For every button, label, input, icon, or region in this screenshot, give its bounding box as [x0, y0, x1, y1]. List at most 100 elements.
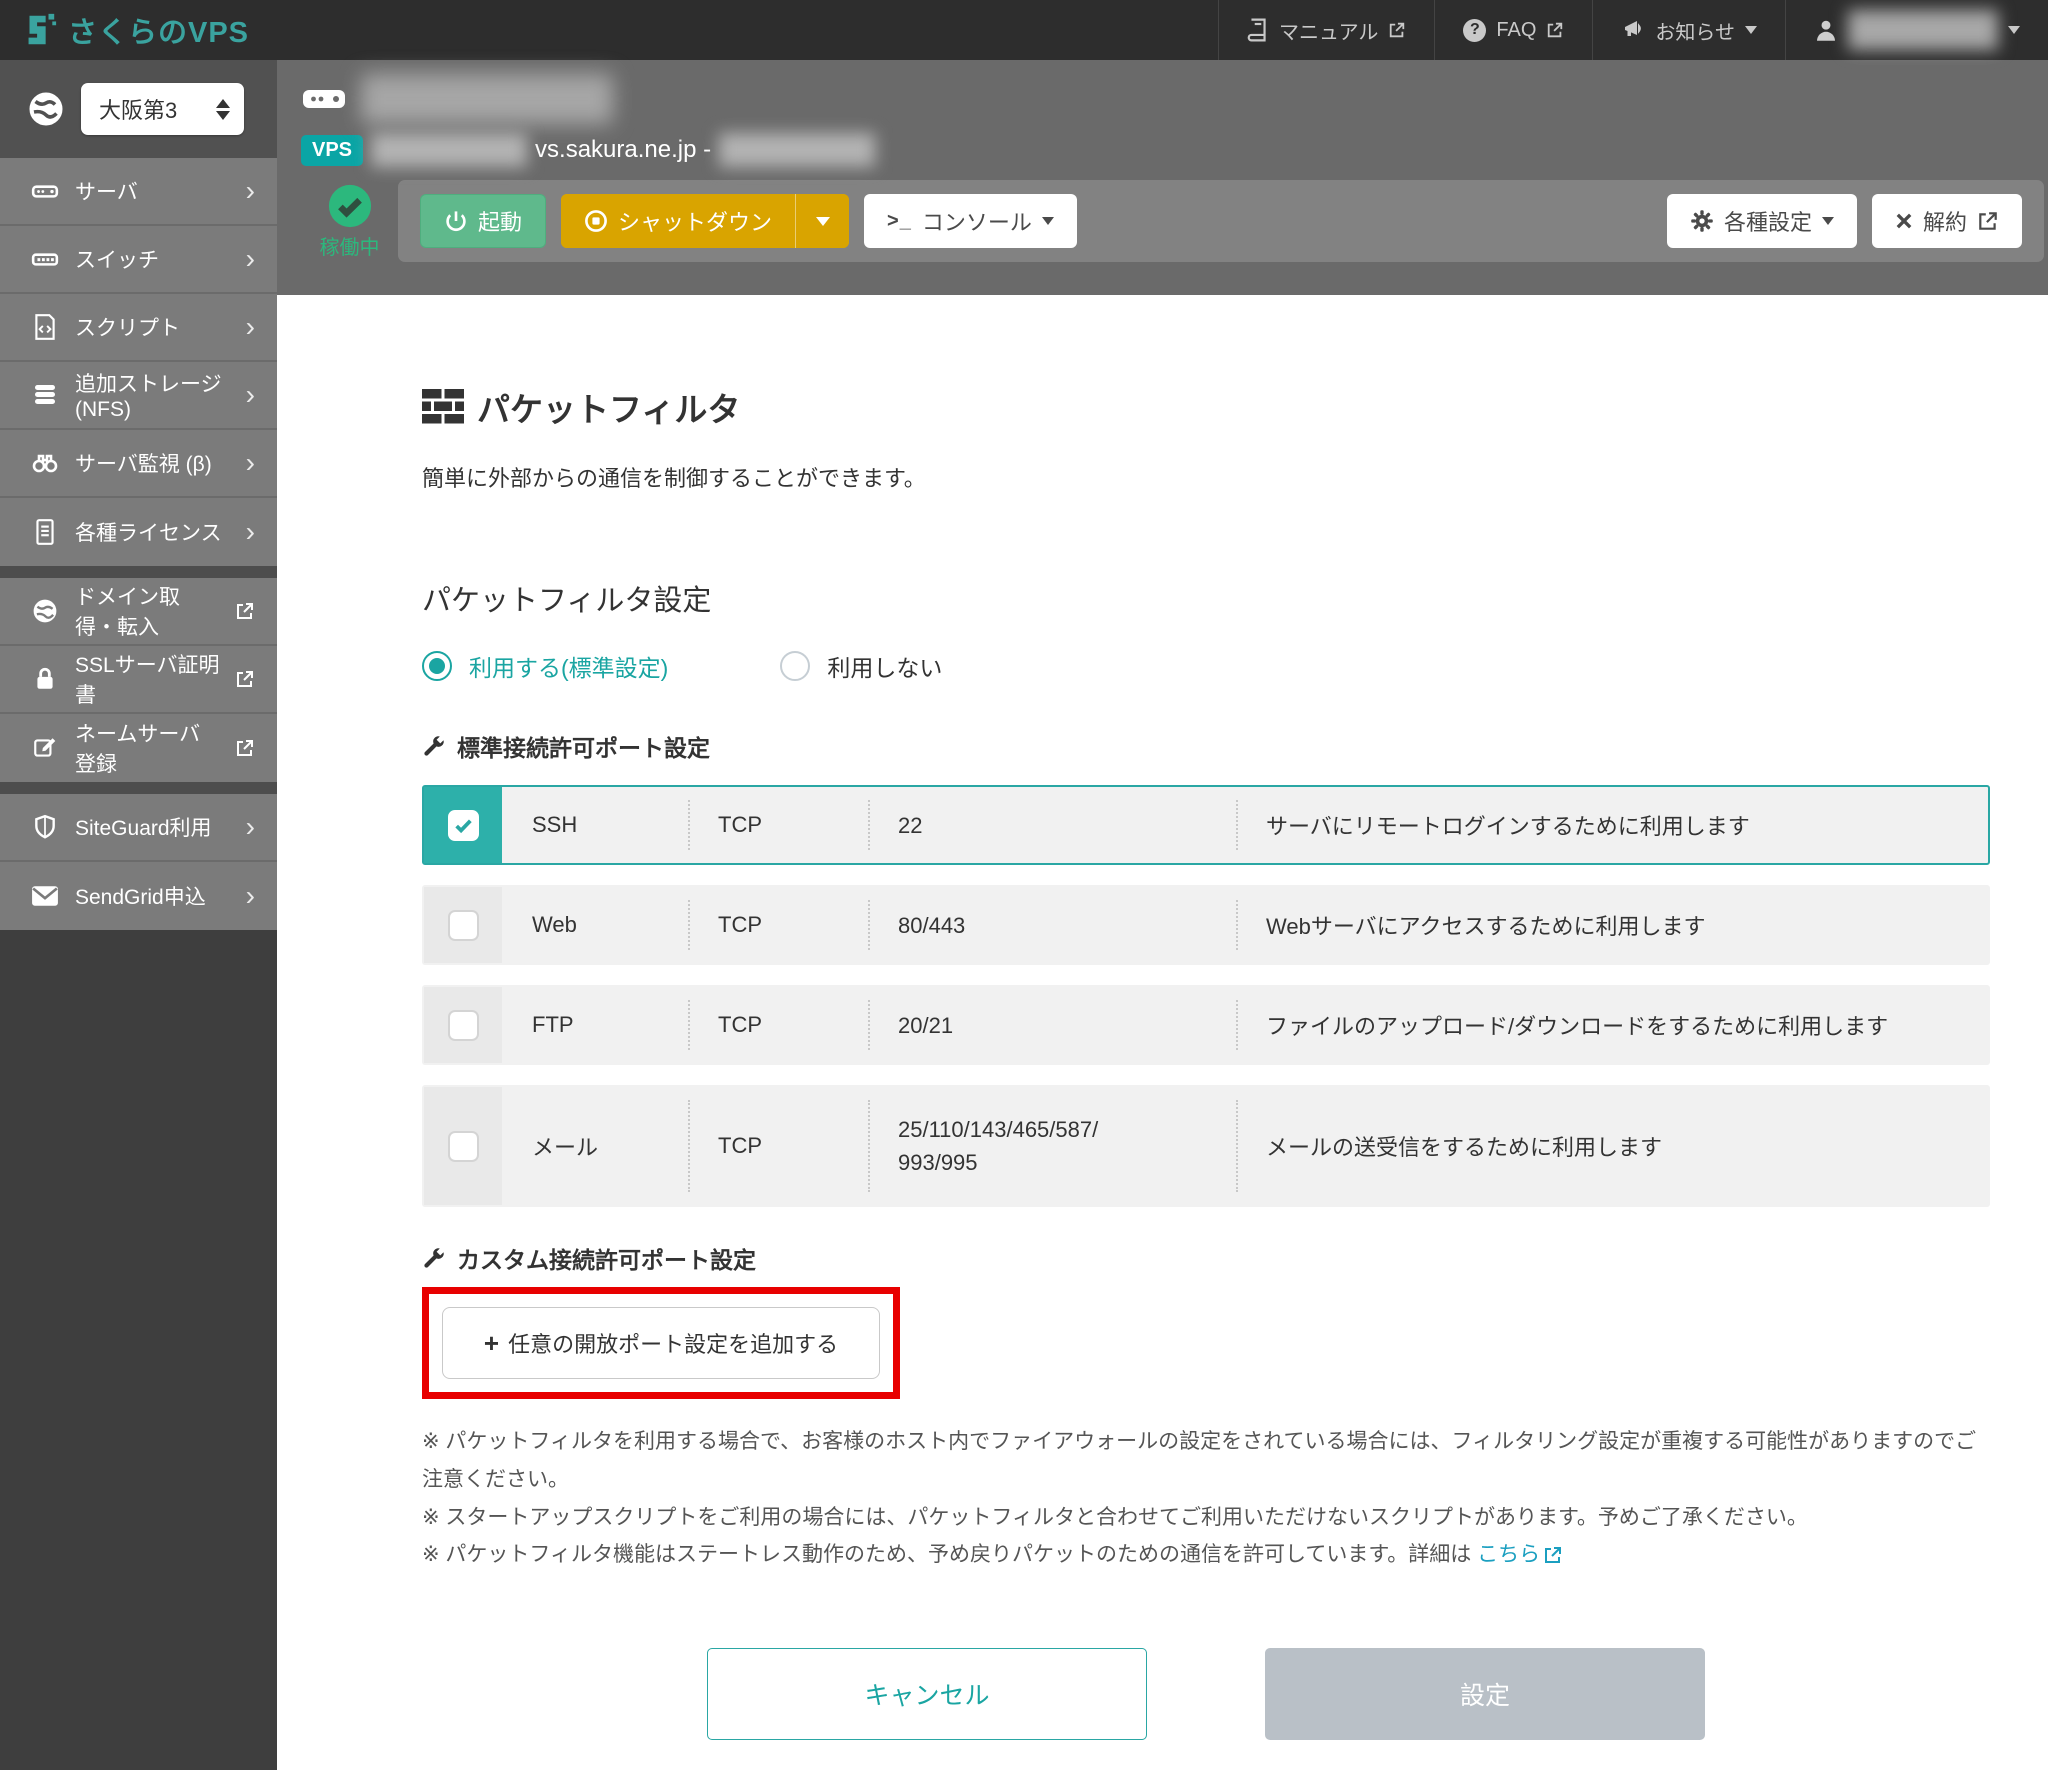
script-file-icon	[30, 313, 60, 341]
sidebar-fill	[0, 930, 277, 1770]
console-button[interactable]: コンソール	[864, 194, 1077, 248]
external-link-icon	[1388, 21, 1406, 39]
document-icon	[30, 518, 60, 546]
sidebar-item-domain[interactable]: ドメイン取得・転入	[0, 578, 277, 646]
gear-icon	[1690, 209, 1714, 233]
manual-link[interactable]: マニュアル	[1218, 0, 1434, 60]
wrench-icon	[422, 1246, 446, 1270]
account-menu[interactable]	[1785, 0, 2048, 60]
power-icon	[444, 209, 468, 233]
radio-selected-icon	[422, 651, 452, 681]
web-checkbox-cell[interactable]	[424, 887, 502, 963]
lock-icon	[30, 666, 60, 692]
ftp-checkbox-cell[interactable]	[424, 987, 502, 1063]
filter-settings-heading: パケットフィルタ設定	[422, 577, 1990, 619]
check-circle-icon	[327, 183, 373, 229]
checkbox-unchecked-icon[interactable]	[448, 1010, 479, 1041]
start-button[interactable]: 起動	[420, 194, 546, 248]
globe-icon	[30, 598, 60, 624]
sidebar-item-licenses[interactable]: 各種ライセンス	[0, 498, 277, 566]
submit-button[interactable]: 設定	[1265, 1648, 1705, 1740]
cancel-button[interactable]: キャンセル	[707, 1648, 1147, 1740]
port-name: メール	[502, 1087, 688, 1205]
mail-icon	[30, 884, 60, 908]
globe-icon	[28, 91, 64, 127]
sidebar-item-server[interactable]: サーバ	[0, 158, 277, 226]
plus-icon	[484, 1330, 499, 1356]
port-name: Web	[502, 887, 688, 963]
chevron-right-icon	[246, 381, 255, 409]
checkbox-checked-icon[interactable]	[448, 810, 479, 841]
port-row-ssh[interactable]: SSH TCP 22 サーバにリモートログインするために利用します	[422, 785, 1990, 865]
port-name: SSH	[502, 787, 688, 863]
user-icon	[1814, 18, 1838, 42]
region-row: 大阪第3	[0, 60, 277, 158]
port-row-web[interactable]: Web TCP 80/443 Webサーバにアクセスするために利用します	[422, 885, 1990, 965]
checkbox-unchecked-icon[interactable]	[448, 1131, 479, 1162]
page-description: 簡単に外部からの通信を制御することができます。	[422, 461, 1990, 493]
brand: さくらのVPS	[0, 0, 249, 60]
checkbox-unchecked-icon[interactable]	[448, 910, 479, 941]
sidebar-item-script[interactable]: スクリプト	[0, 294, 277, 362]
faq-link[interactable]: FAQ	[1434, 0, 1592, 60]
port-numbers: 25/110/143/465/587/993/995	[868, 1087, 1236, 1205]
radio-no-filter[interactable]: 利用しない	[780, 649, 942, 683]
switch-icon	[30, 245, 60, 273]
sidebar-item-monitoring[interactable]: サーバ監視 (β)	[0, 430, 277, 498]
edit-icon	[30, 735, 60, 761]
sidebar-item-switch[interactable]: スイッチ	[0, 226, 277, 294]
page-title: パケットフィルタ	[422, 383, 1990, 431]
chevron-down-icon	[816, 217, 830, 226]
news-menu[interactable]: お知らせ	[1592, 0, 1785, 60]
details-link[interactable]: こちら	[1477, 1536, 1563, 1574]
redacted-username	[1848, 10, 1998, 50]
brand-logo-icon	[20, 11, 58, 49]
external-link-icon	[235, 738, 255, 758]
database-icon	[30, 382, 60, 408]
mail-checkbox-cell[interactable]	[424, 1087, 502, 1205]
port-description: Webサーバにアクセスするために利用します	[1236, 887, 1988, 963]
sidebar-group-addons: SiteGuard利用 SendGrid申込	[0, 794, 277, 930]
chevron-down-icon	[1822, 217, 1834, 225]
annotation-highlight-box: 任意の開放ポート設定を追加する	[422, 1287, 900, 1399]
ssh-checkbox-cell[interactable]	[424, 787, 502, 863]
chevron-right-icon	[246, 518, 255, 546]
port-numbers: 20/21	[868, 987, 1236, 1063]
sidebar-item-ssl[interactable]: SSLサーバ証明書	[0, 646, 277, 714]
region-value: 大阪第3	[99, 93, 177, 125]
sidebar-group-external: ドメイン取得・転入 SSLサーバ証明書	[0, 578, 277, 782]
chevron-down-icon	[2008, 26, 2020, 34]
redacted-hostname	[371, 133, 527, 167]
sidebar-gap	[0, 566, 277, 578]
add-custom-port-button[interactable]: 任意の開放ポート設定を追加する	[442, 1307, 880, 1379]
port-description: ファイルのアップロード/ダウンロードをするために利用します	[1236, 987, 1988, 1063]
shutdown-button[interactable]: シャットダウン	[561, 194, 795, 248]
server-header: VPS vs.sakura.ne.jp - 稼働中	[277, 60, 2048, 295]
standard-ports-heading: 標準接続許可ポート設定	[422, 729, 1990, 763]
region-select[interactable]: 大阪第3	[81, 83, 244, 135]
settings-button[interactable]: 各種設定	[1667, 194, 1857, 248]
server-toolbar: 稼働中 起動	[301, 180, 2048, 262]
radio-use-filter[interactable]: 利用する(標準設定)	[422, 649, 668, 683]
port-row-ftp[interactable]: FTP TCP 20/21 ファイルのアップロード/ダウンロードをするために利用…	[422, 985, 1990, 1065]
sidebar-item-nameserver[interactable]: ネームサーバ登録	[0, 714, 277, 782]
wrench-icon	[422, 734, 446, 758]
select-arrows-icon	[216, 99, 230, 120]
chevron-right-icon	[246, 245, 255, 273]
port-row-mail[interactable]: メール TCP 25/110/143/465/587/993/995 メールの送…	[422, 1085, 1990, 1207]
sidebar-item-siteguard[interactable]: SiteGuard利用	[0, 794, 277, 862]
redacted-server-title	[361, 74, 613, 124]
sidebar-item-storage[interactable]: 追加ストレージ(NFS)	[0, 362, 277, 430]
port-name: FTP	[502, 987, 688, 1063]
footer-actions: キャンセル 設定	[422, 1648, 1990, 1740]
sidebar: 大阪第3 サーバ	[0, 60, 277, 1770]
megaphone-icon	[1621, 18, 1645, 42]
sidebar-item-sendgrid[interactable]: SendGrid申込	[0, 862, 277, 930]
vps-badge: VPS	[301, 135, 363, 166]
external-link-icon	[1543, 1545, 1563, 1565]
sidebar-gap	[0, 782, 277, 794]
shutdown-menu-button[interactable]	[795, 194, 849, 248]
server-host-row: VPS vs.sakura.ne.jp -	[301, 132, 2048, 168]
cancel-contract-button[interactable]: 解約	[1872, 194, 2022, 248]
server-title-row	[301, 72, 2048, 126]
